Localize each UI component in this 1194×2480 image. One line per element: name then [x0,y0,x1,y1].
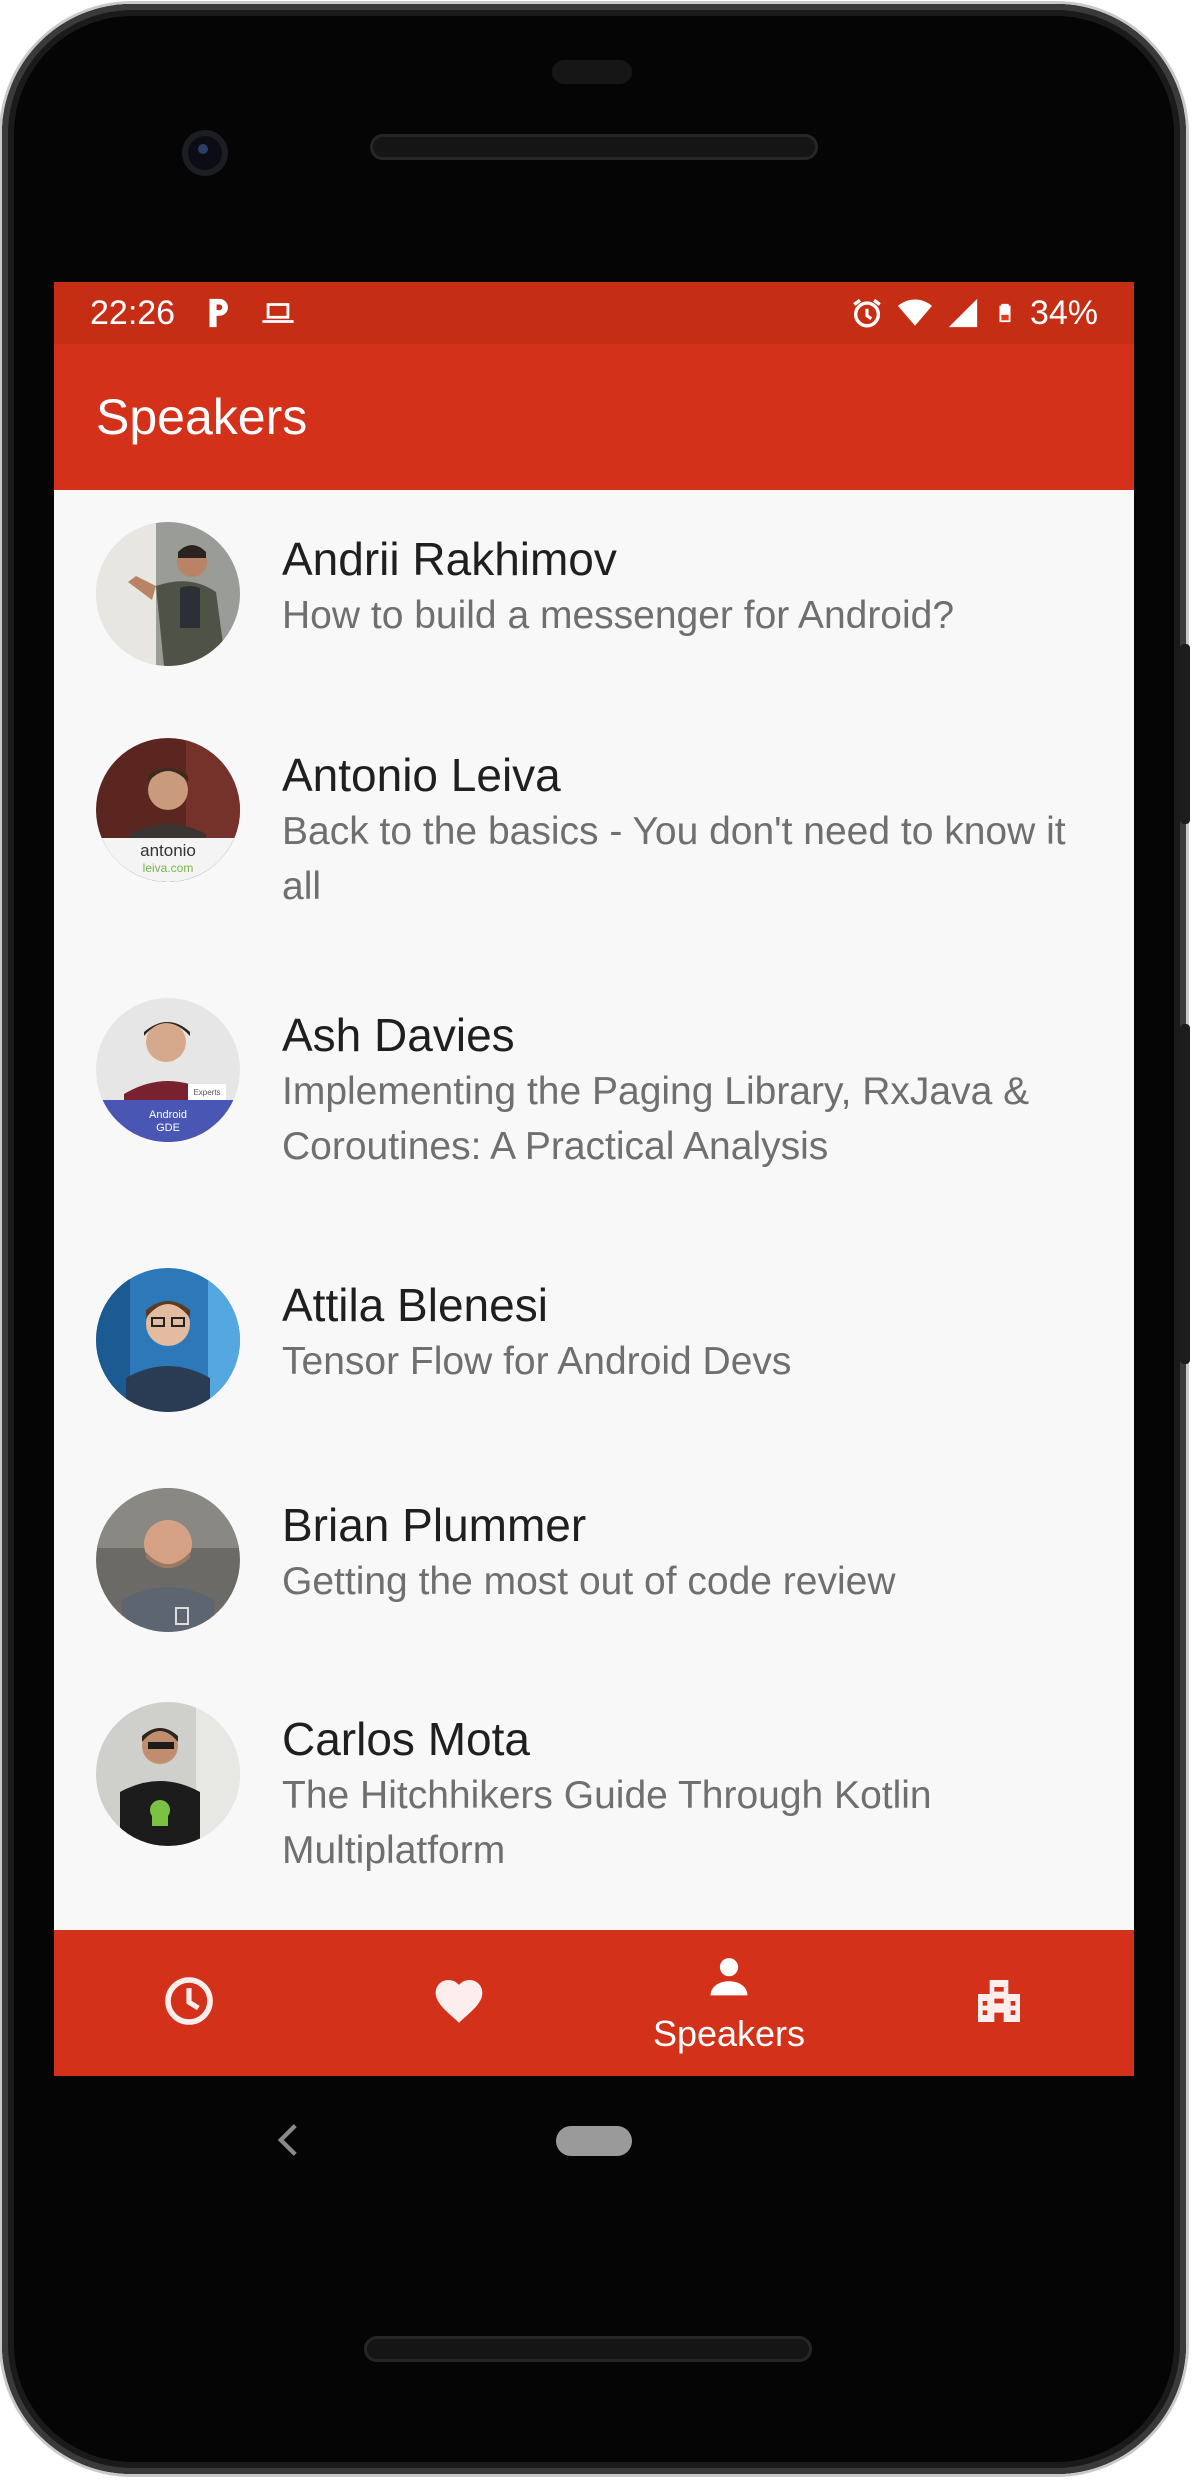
list-item[interactable]: antonio leiva.com Antonio Leiva Back to … [54,706,1134,966]
phone-frame: 22:26 34% Speakers Andrii Rakhimov How t… [2,4,1190,2474]
earpiece [552,60,632,84]
list-item[interactable]: Carlos Mota The Hitchhikers Guide Throug… [54,1680,1134,1928]
page-title: Speakers [96,389,308,445]
nav-favorites[interactable] [324,1930,594,2076]
list-item[interactable]: Brian Plummer Getting the most out of co… [54,1466,1134,1680]
volume-button [1180,1024,1190,1364]
system-home-button[interactable] [556,2126,632,2156]
speaker-name: Ash Davies [282,1009,515,1061]
person-icon [703,1952,755,2009]
bottom-speaker-grill [364,2336,812,2362]
nav-speakers[interactable]: Speakers [594,1930,864,2076]
alarm-icon [853,298,881,328]
gde-badge-line1: Android [149,1109,187,1121]
speaker-name: Brian Plummer [282,1499,587,1551]
experts-badge-text: Experts [193,1088,220,1097]
gde-badge-line2: GDE [156,1122,180,1134]
nav-venue[interactable] [864,1930,1134,2076]
talk-title: The Hitchhikers Guide Through Kotlin Mul… [282,1774,932,1872]
heart-icon [431,1973,487,2034]
avatar [96,1702,240,1846]
bottom-navigation: Speakers [54,1930,1134,2076]
speaker-list: Andrii Rakhimov How to build a messenger… [54,490,1134,1928]
laptop-icon [262,303,294,323]
avatar: Experts Android GDE [96,998,240,1142]
app-bar: Speakers [54,344,1134,490]
avatar [96,1268,240,1412]
list-item[interactable]: Attila Blenesi Tensor Flow for Android D… [54,1236,1134,1466]
building-icon [971,1973,1027,2034]
avatar: antonio leiva.com [96,738,240,882]
status-bar: 22:26 34% [54,282,1134,344]
nav-schedule[interactable] [54,1930,324,2076]
avatar [96,1488,240,1632]
app-screen: 22:26 34% Speakers Andrii Rakhimov How t… [54,282,1134,2076]
top-speaker-grill [370,134,818,160]
power-button [1180,644,1190,824]
talk-title: Getting the most out of code review [282,1560,896,1603]
talk-title: How to build a messenger for Android? [282,594,955,637]
list-item[interactable]: Experts Android GDE Ash Davies Implement… [54,966,1134,1236]
nav-label-speakers: Speakers [652,2012,806,2054]
status-time: 22:26 [90,293,176,332]
parking-icon [209,298,229,328]
list-item[interactable]: Andrii Rakhimov How to build a messenger… [54,490,1134,700]
speaker-name: Attila Blenesi [282,1279,548,1331]
talk-title: Implementing the Paging Library, RxJava … [282,1070,1030,1168]
signal-icon [948,298,978,328]
clock-icon [161,1973,217,2034]
antonio-logo-text: antonio [140,841,196,860]
talk-title: Tensor Flow for Android Devs [282,1340,792,1383]
battery-percent: 34% [1029,293,1098,332]
system-back-button[interactable] [274,2122,302,2158]
wifi-icon [897,299,932,326]
talk-title: Back to the basics - You don't need to k… [282,810,1066,908]
battery-icon [999,303,1011,323]
antonio-logo-subtext: leiva.com [143,861,194,875]
speaker-name: Antonio Leiva [282,749,561,801]
speaker-name: Carlos Mota [282,1713,530,1765]
avatar [96,522,240,666]
front-camera [182,130,228,176]
speaker-name: Andrii Rakhimov [282,533,617,585]
